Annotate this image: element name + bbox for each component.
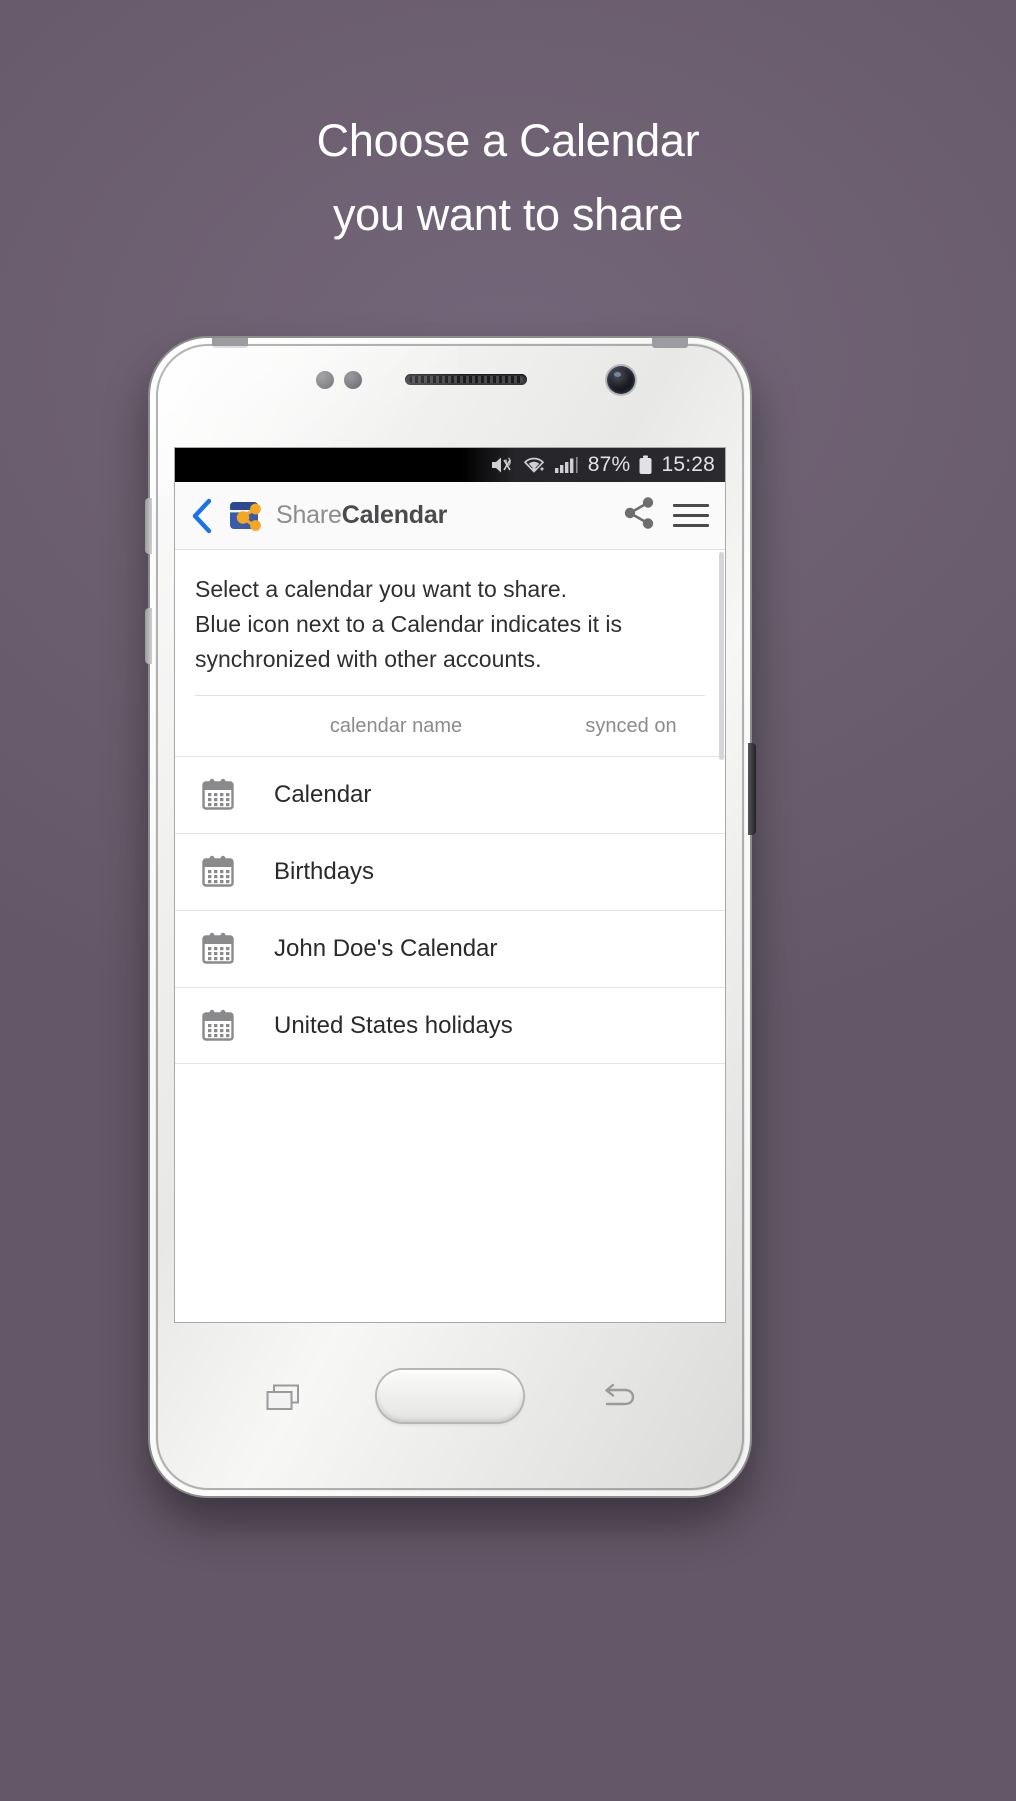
earpiece-speaker — [405, 374, 527, 385]
clock-label: 15:28 — [661, 453, 715, 476]
device-navigation-bar — [150, 1328, 750, 1496]
mute-icon — [490, 454, 514, 476]
hamburger-line-1 — [673, 504, 709, 507]
volume-down-button[interactable] — [145, 608, 152, 664]
intro-text: Select a calendar you want to share. Blu… — [175, 550, 725, 677]
list-item[interactable]: United States holidays — [175, 987, 725, 1064]
sharecalendar-logo-icon — [227, 497, 265, 535]
screen-content: Select a calendar you want to share. Blu… — [175, 550, 725, 1322]
light-sensor-icon — [344, 371, 362, 389]
list-item-label: Calendar — [274, 781, 372, 808]
headline-line-2: you want to share — [332, 189, 684, 240]
intro-line-1: Select a calendar you want to share. — [195, 576, 568, 602]
volume-up-button[interactable] — [145, 498, 152, 554]
calendar-icon — [201, 932, 235, 966]
hamburger-line-3 — [673, 524, 709, 527]
signal-bars-icon — [554, 454, 580, 476]
battery-percent-label: 87% — [587, 453, 631, 476]
app-toolbar: ShareCalendar — [175, 482, 725, 550]
calendar-icon — [201, 778, 235, 812]
back-icon[interactable] — [602, 1382, 638, 1412]
wifi-icon — [522, 454, 546, 476]
list-item-label: Birthdays — [274, 858, 375, 885]
list-item-label: John Doe's Calendar — [274, 935, 498, 962]
intro-line-3: synchronized with other accounts. — [195, 646, 542, 672]
list-item-label: United States holidays — [274, 1011, 513, 1039]
headline-line-1: Choose a Calendar — [316, 115, 700, 166]
recents-icon[interactable] — [266, 1384, 300, 1412]
phone-device-frame: 87% 15:28 ShareCalendar Select a calenda… — [145, 338, 756, 1496]
calendar-icon — [201, 1009, 235, 1043]
home-button[interactable] — [377, 1370, 523, 1422]
power-button[interactable] — [748, 743, 756, 835]
front-camera-icon — [607, 366, 635, 394]
proximity-sensor-icon — [316, 371, 334, 389]
list-item[interactable]: Calendar — [175, 756, 725, 833]
app-brand-label: ShareCalendar — [276, 501, 447, 530]
battery-icon — [638, 454, 653, 476]
list-item[interactable]: Birthdays — [175, 833, 725, 910]
table-column-headers: calendar name synced on — [175, 696, 725, 756]
phone-antenna-right — [652, 338, 688, 348]
status-bar: 87% 15:28 — [175, 448, 725, 482]
phone-screen: 87% 15:28 ShareCalendar Select a calenda… — [175, 448, 725, 1322]
hamburger-line-2 — [673, 514, 709, 517]
brand-share-text: Share — [276, 501, 342, 529]
list-item[interactable]: John Doe's Calendar — [175, 910, 725, 987]
app-brand: ShareCalendar — [227, 497, 607, 535]
page-headline: Choose a Calendar you want to share — [0, 104, 1016, 252]
brand-calendar-text: Calendar — [341, 501, 448, 529]
share-icon[interactable] — [619, 493, 659, 538]
back-chevron-icon[interactable] — [189, 496, 215, 536]
calendar-icon — [201, 855, 235, 889]
intro-line-2: Blue icon next to a Calendar indicates i… — [195, 611, 623, 637]
hamburger-menu-icon[interactable] — [671, 496, 711, 536]
column-header-calendar-name: calendar name — [329, 714, 463, 737]
phone-antenna-left — [212, 338, 248, 348]
scrollbar[interactable] — [719, 552, 724, 760]
column-header-synced-on: synced on — [585, 714, 677, 737]
calendar-list: Calendar Birthdays John Doe's Calendar U… — [175, 756, 725, 1064]
